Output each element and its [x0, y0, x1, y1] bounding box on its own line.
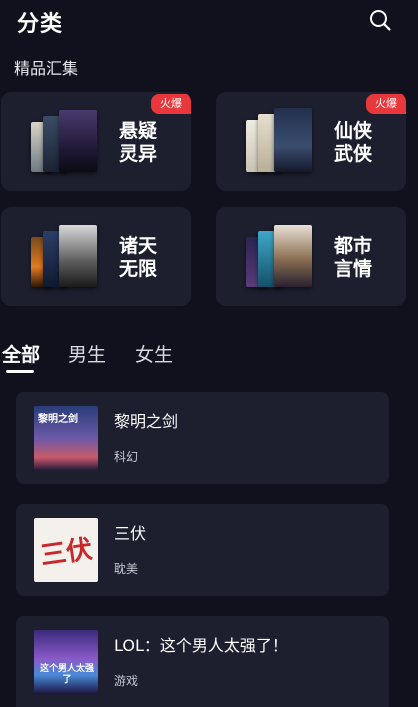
category-cover-stack [29, 108, 101, 174]
book-item[interactable]: 三伏 三伏 耽美 [16, 504, 389, 596]
category-label: 仙侠武侠 [334, 120, 373, 165]
section-title: 精品汇集 [14, 59, 79, 78]
book-genre: 耽美 [114, 562, 139, 576]
header: 分类 [0, 0, 418, 44]
tab-all[interactable]: 全部 [2, 340, 40, 367]
book-thumb [59, 225, 97, 287]
category-label: 都市言情 [334, 235, 373, 280]
tab-female[interactable]: 女生 [135, 340, 173, 367]
book-thumb [274, 108, 312, 172]
book-title: 黎明之剑 [114, 412, 179, 431]
book-title: LOL：这个男人太强了！ [114, 636, 288, 655]
gender-tabs: 全部 男生 女生 [0, 338, 418, 378]
hot-badge: 火爆 [366, 94, 406, 114]
book-item[interactable]: 黎明之剑 黎明之剑 科幻 [16, 392, 389, 484]
category-cover-stack [244, 223, 316, 289]
category-label: 悬疑灵异 [119, 120, 158, 165]
book-thumb [59, 110, 97, 172]
cover-title: 三伏 [38, 534, 95, 572]
book-genre: 游戏 [114, 674, 139, 688]
tab-male[interactable]: 男生 [68, 340, 106, 367]
book-cover: 三伏 [34, 518, 98, 582]
active-tab-indicator [6, 370, 34, 373]
category-cover-stack [244, 108, 316, 174]
page-title: 分类 [17, 12, 64, 37]
category-card-xianxia[interactable]: 火爆 仙侠武侠 [216, 92, 406, 191]
book-cover: 黎明之剑 [34, 406, 98, 470]
cover-title: 黎明之剑 [38, 414, 78, 425]
category-label: 诸天无限 [119, 235, 158, 280]
cover-title: 这个男人太强了 [39, 664, 94, 685]
category-card-suspense[interactable]: 火爆 悬疑灵异 [1, 92, 191, 191]
book-title: 三伏 [114, 524, 147, 543]
category-card-urban[interactable]: 都市言情 [216, 207, 406, 306]
search-icon [370, 10, 391, 31]
book-genre: 科幻 [114, 450, 139, 464]
book-thumb [274, 225, 312, 287]
book-cover: 这个男人太强了 [34, 630, 98, 694]
book-item[interactable]: 这个男人太强了 LOL：这个男人太强了！ 游戏 [16, 616, 389, 707]
category-card-infinite[interactable]: 诸天无限 [1, 207, 191, 306]
search-button[interactable] [368, 8, 392, 32]
category-cover-stack [29, 223, 101, 289]
hot-badge: 火爆 [151, 94, 191, 114]
